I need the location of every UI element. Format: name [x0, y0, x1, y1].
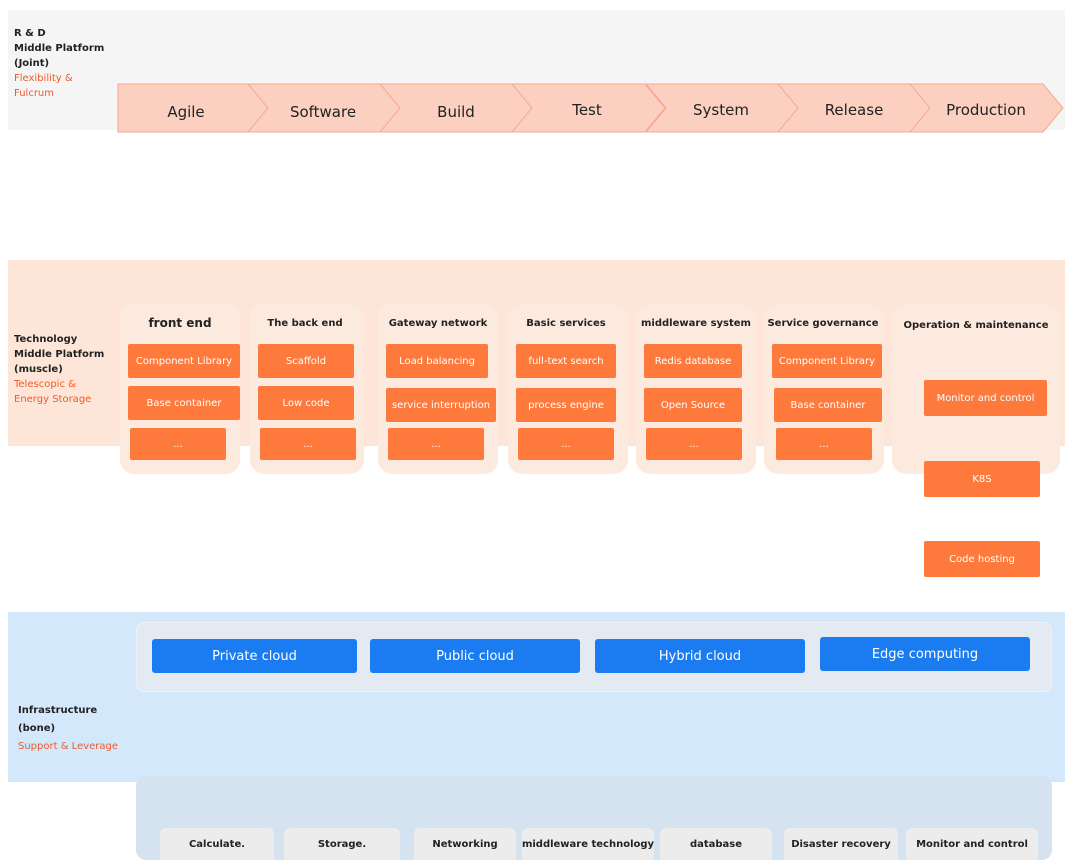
stage-production-label: Production [946, 101, 1026, 119]
database-chip[interactable]: database [660, 828, 772, 860]
tech-label-line: (muscle) [14, 364, 63, 375]
column-title: Gateway network [388, 318, 488, 329]
component-library-button[interactable]: Component Library [772, 344, 882, 378]
code-hosting-button[interactable]: Code hosting [924, 541, 1040, 577]
more-button[interactable]: ... [388, 428, 484, 460]
tech-sub-line: Telescopic & [14, 379, 76, 390]
column-basic-services: Basic services full-text search process … [508, 304, 628, 474]
rd-label-line: (Joint) [14, 58, 50, 69]
tech-sub-line: Energy Storage [14, 394, 92, 405]
more-button[interactable]: ... [518, 428, 614, 460]
calculate-chip[interactable]: Calculate. [160, 828, 274, 860]
component-library-button[interactable]: Component Library [128, 344, 240, 378]
tech-label-line: Technology [14, 334, 78, 345]
rd-sub-line: Fulcrum [14, 88, 55, 99]
column-back-end: The back end Scaffold Low code ... [250, 304, 364, 474]
more-button[interactable]: ... [260, 428, 356, 460]
column-middleware-system: middleware system Redis database Open So… [636, 304, 756, 474]
stage-software-label: Software [290, 103, 356, 121]
disaster-recovery-chip[interactable]: Disaster recovery [784, 828, 898, 860]
more-button[interactable]: ... [646, 428, 742, 460]
tech-label: Technology Middle Platform (muscle) Tele… [14, 332, 104, 407]
more-button[interactable]: ... [130, 428, 226, 460]
column-title: middleware system [641, 318, 751, 329]
column-title: Service governance [767, 318, 879, 329]
open-source-button[interactable]: Open Source [644, 388, 742, 422]
rd-label-line: R & D [14, 28, 46, 39]
load-balancing-button[interactable]: Load balancing [386, 344, 488, 378]
column-title: front end [148, 316, 212, 330]
rd-label: R & D Middle Platform (Joint) Flexibilit… [14, 26, 104, 101]
edge-computing-button[interactable]: Edge computing [820, 637, 1030, 671]
column-title: Basic services [526, 318, 606, 329]
more-button[interactable]: ... [776, 428, 872, 460]
base-container-button[interactable]: Base container [128, 386, 240, 420]
private-cloud-button[interactable]: Private cloud [152, 639, 357, 673]
storage-chip[interactable]: Storage. [284, 828, 400, 860]
rd-label-line: Middle Platform [14, 43, 105, 54]
stage-test-label: Test [571, 101, 602, 119]
column-title: Operation & maintenance [903, 320, 1049, 331]
tech-label-line: Middle Platform [14, 349, 105, 360]
networking-chip[interactable]: Networking [414, 828, 516, 860]
k8s-button[interactable]: K8S [924, 461, 1040, 497]
pipeline-chevrons: Agile Software Build Test System Release… [117, 83, 1064, 133]
stage-agile-label: Agile [167, 103, 204, 121]
rd-sub-line: Flexibility & [14, 73, 73, 84]
process-engine-button[interactable]: process engine [516, 388, 616, 422]
middleware-technology-chip[interactable]: middleware technology [522, 828, 654, 860]
infra-label: Infrastructure (bone) Support & Leverage [18, 702, 118, 756]
stage-release-label: Release [825, 101, 884, 119]
infra-label-line: Infrastructure [18, 705, 98, 716]
column-gateway-network: Gateway network Load balancing service i… [378, 304, 498, 474]
column-front-end: front end Component Library Base contain… [120, 304, 240, 474]
low-code-button[interactable]: Low code [258, 386, 354, 420]
redis-database-button[interactable]: Redis database [644, 344, 742, 378]
service-interruption-button[interactable]: service interruption [386, 388, 496, 422]
monitor-and-control-button[interactable]: Monitor and control [924, 380, 1047, 416]
column-service-governance: Service governance Component Library Bas… [764, 304, 884, 474]
stage-build-label: Build [437, 103, 475, 121]
public-cloud-button[interactable]: Public cloud [370, 639, 580, 673]
full-text-search-button[interactable]: full-text search [516, 344, 616, 378]
infra-sub-line: Support & Leverage [18, 741, 119, 752]
monitor-and-control-chip[interactable]: Monitor and control [906, 828, 1038, 860]
infra-label-line: (bone) [18, 723, 56, 734]
base-container-button[interactable]: Base container [774, 388, 882, 422]
scaffold-button[interactable]: Scaffold [258, 344, 354, 378]
stage-system-label: System [693, 101, 749, 119]
column-title: The back end [267, 318, 343, 329]
hybrid-cloud-button[interactable]: Hybrid cloud [595, 639, 805, 673]
